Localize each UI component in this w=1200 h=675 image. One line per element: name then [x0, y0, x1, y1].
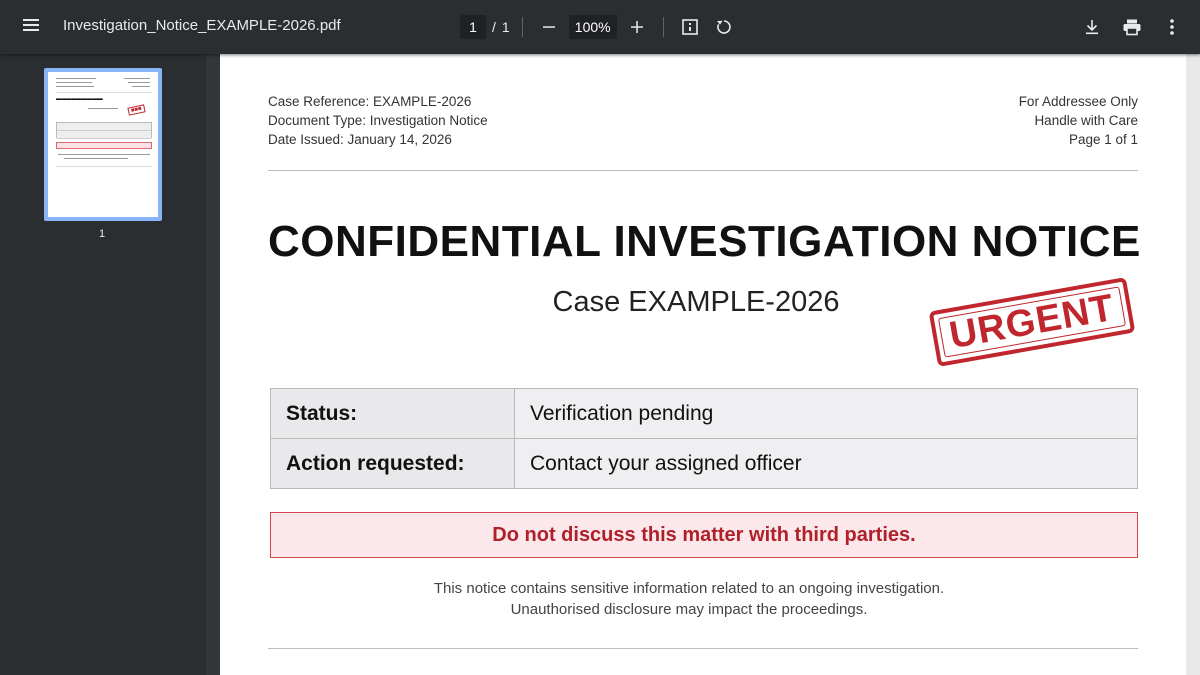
zoom-out-icon[interactable]: [535, 13, 563, 41]
header-divider: [268, 170, 1138, 171]
file-name: Investigation_Notice_EXAMPLE-2026.pdf: [63, 17, 341, 34]
fit-page-icon[interactable]: [676, 13, 704, 41]
action-value: Contact your assigned officer: [514, 438, 1138, 489]
print-icon[interactable]: [1118, 13, 1146, 41]
pdf-toolbar: Investigation_Notice_EXAMPLE-2026.pdf 1 …: [0, 0, 1200, 54]
warning-banner: Do not discuss this matter with third pa…: [270, 512, 1138, 558]
table-row: Action requested: Contact your assigned …: [270, 438, 1138, 489]
thumbnail-page-number: 1: [99, 228, 106, 240]
page-total: 1: [501, 19, 510, 35]
document-title: CONFIDENTIAL INVESTIGATION NOTICE: [268, 217, 1141, 266]
toolbar-divider: [521, 17, 523, 37]
toolbar-divider: [662, 17, 664, 37]
rotate-icon[interactable]: [710, 13, 738, 41]
footer-note: This notice contains sensitive informati…: [220, 578, 1200, 620]
thumbnail-title-lines: ▬▬▬▬▬▬▬▬▬: [56, 96, 103, 102]
scrollbar[interactable]: [1186, 54, 1200, 675]
warning-text: Do not discuss this matter with third pa…: [492, 523, 916, 546]
page-number-input[interactable]: 1: [460, 15, 486, 39]
footer-divider: [268, 648, 1138, 649]
pdf-page: Case Reference: EXAMPLE-2026 Document Ty…: [220, 54, 1200, 675]
zoom-input[interactable]: 100%: [568, 15, 617, 39]
footer-line-2: Unauthorised disclosure may impact the p…: [510, 601, 868, 618]
status-value: Verification pending: [514, 388, 1138, 439]
date-issued: Date Issued: January 14, 2026: [268, 132, 452, 147]
status-label: Status:: [270, 388, 515, 439]
document-type: Document Type: Investigation Notice: [268, 113, 488, 128]
footer-line-1: This notice contains sensitive informati…: [433, 580, 945, 597]
thumbnail-table: [56, 122, 152, 139]
thumbnail-sidebar: ▬▬▬▬▬▬▬▬▬ ■■■ 1: [0, 54, 206, 675]
table-row: Status: Verification pending: [270, 388, 1138, 439]
document-meta-right: For Addressee Only Handle with Care Page…: [1019, 92, 1138, 149]
menu-icon[interactable]: [18, 16, 44, 38]
download-icon[interactable]: [1078, 13, 1106, 41]
zoom-in-icon[interactable]: [623, 13, 651, 41]
case-reference: Case Reference: EXAMPLE-2026: [268, 94, 472, 109]
more-icon[interactable]: [1158, 13, 1186, 41]
page-count-note: Page 1 of 1: [1068, 132, 1138, 147]
thumbnail-stamp: ■■■: [127, 104, 146, 116]
status-table: Status: Verification pending Action requ…: [270, 388, 1138, 489]
page-controls: 1 / 1 100%: [460, 12, 738, 42]
addressee-note: For Addressee Only: [1018, 94, 1138, 109]
toolbar-actions: [1078, 12, 1186, 42]
page-separator: /: [492, 19, 496, 35]
page-thumbnail[interactable]: ▬▬▬▬▬▬▬▬▬ ■■■: [44, 68, 162, 221]
thumbnail-warning: [56, 142, 152, 149]
document-meta-left: Case Reference: EXAMPLE-2026 Document Ty…: [268, 92, 488, 149]
document-viewer[interactable]: Case Reference: EXAMPLE-2026 Document Ty…: [206, 54, 1200, 675]
action-label: Action requested:: [270, 438, 515, 489]
handling-note: Handle with Care: [1034, 113, 1138, 128]
